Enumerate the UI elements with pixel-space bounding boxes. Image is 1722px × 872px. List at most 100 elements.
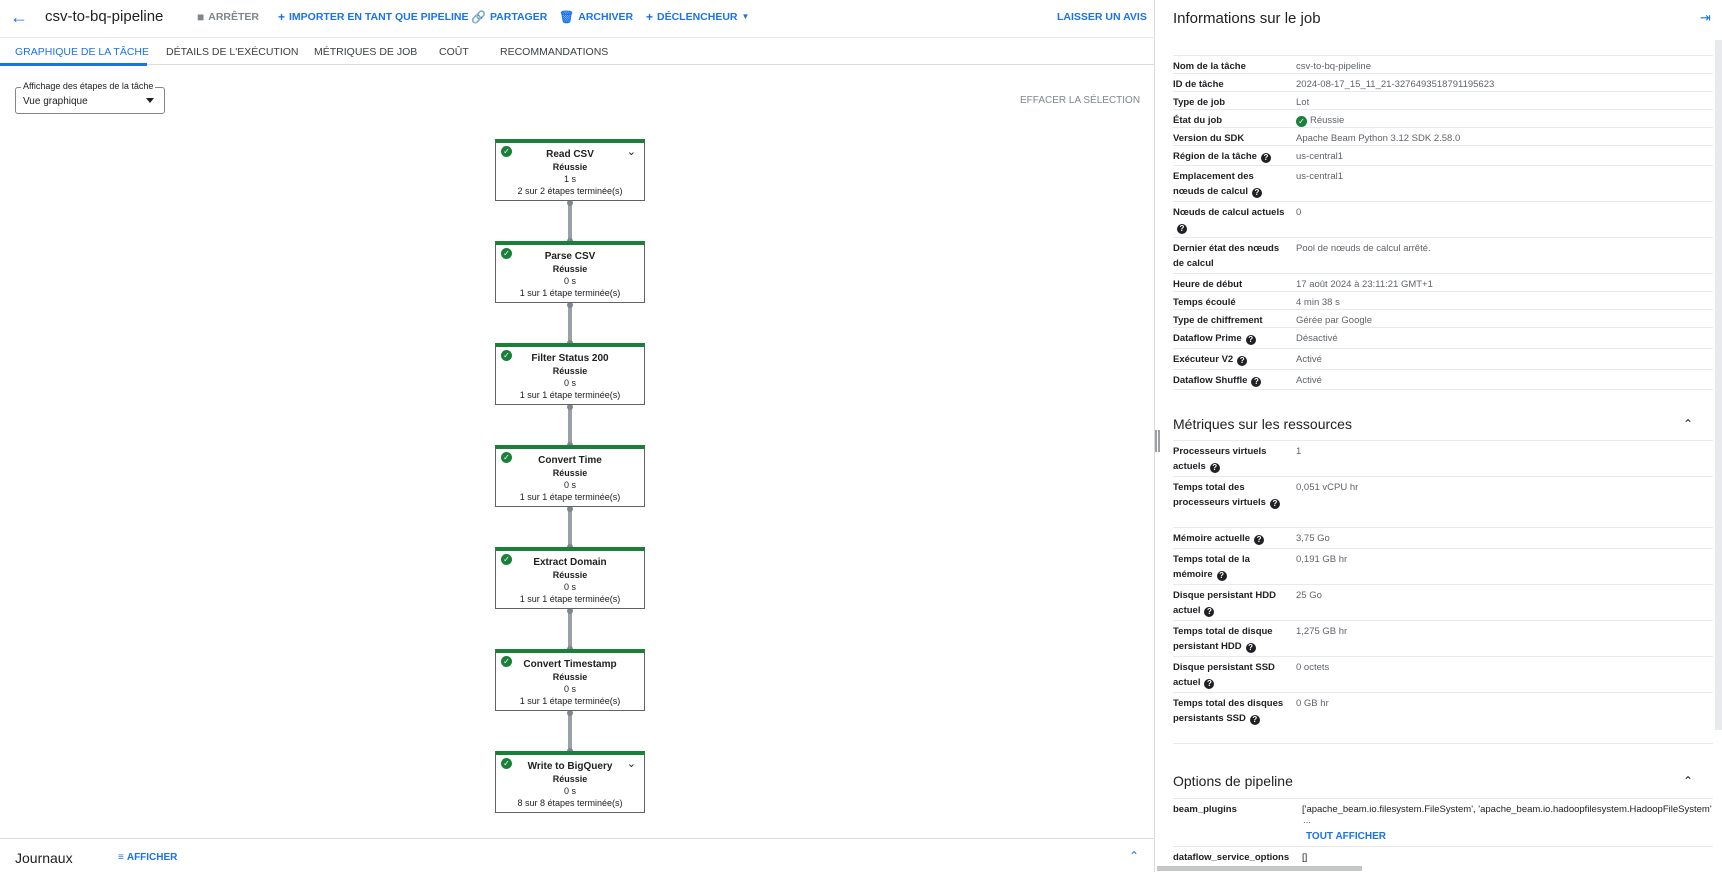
node-duration: 0 s xyxy=(563,276,576,286)
job-graph-pane: ← csv-to-bq-pipeline ■ ARRÊTER + IMPORTE… xyxy=(0,0,1155,872)
archive-button[interactable]: 🗑 ARCHIVER xyxy=(559,11,633,23)
help-icon[interactable]: ? xyxy=(1204,607,1215,617)
collapse-panel-icon[interactable]: ⇥ xyxy=(1700,10,1711,26)
node-title: Convert Timestamp xyxy=(523,659,617,670)
info-row: Dataflow Shuffle? Activé xyxy=(1173,369,1713,390)
job-status-value: Réussie xyxy=(1310,115,1345,126)
list-icon: ≡ xyxy=(118,852,124,863)
clear-selection-button[interactable]: EFFACER LA SÉLECTION xyxy=(1020,95,1140,106)
tab-job-metrics[interactable]: MÉTRIQUES DE JOB xyxy=(314,46,417,58)
show-all-button[interactable]: TOUT AFFICHER xyxy=(1306,831,1386,842)
node-title: Extract Domain xyxy=(533,557,607,568)
help-icon[interactable]: ? xyxy=(1209,463,1220,473)
help-icon[interactable]: ? xyxy=(1216,571,1227,581)
option-row: dataflow_service_options [] xyxy=(1173,846,1713,866)
trigger-button[interactable]: + DÉCLENCHEUR ▼ xyxy=(646,11,749,23)
node-duration: 0 s xyxy=(563,378,576,388)
node-steps: 1 sur 1 étape terminée(s) xyxy=(519,390,621,400)
stage-view-select-value: Vue graphique xyxy=(23,96,88,107)
help-icon[interactable]: ? xyxy=(1251,377,1262,387)
info-row: Dataflow Prime? Désactivé xyxy=(1173,327,1713,348)
help-icon[interactable]: ? xyxy=(1260,153,1271,163)
share-button[interactable]: 🔗 PARTAGER xyxy=(471,11,547,23)
graph-node-convert-time[interactable]: ✓ Convert Time Réussie 0 s 1 sur 1 étape… xyxy=(495,445,645,507)
stop-icon: ■ xyxy=(197,10,205,24)
node-duration: 0 s xyxy=(563,786,576,796)
info-row: Nom de la tâche csv-to-bq-pipeline xyxy=(1173,55,1713,73)
import-as-pipeline-button[interactable]: + IMPORTER EN TANT QUE PIPELINE xyxy=(278,11,469,23)
graph-node-parse-csv[interactable]: ✓ Parse CSV Réussie 0 s 1 sur 1 étape te… xyxy=(495,241,645,303)
job-tabs: GRAPHIQUE DE LA TÂCHE DÉTAILS DE L'EXÉCU… xyxy=(0,37,1155,66)
graph-node-extract-domain[interactable]: ✓ Extract Domain Réussie 0 s 1 sur 1 éta… xyxy=(495,547,645,609)
back-arrow-icon[interactable]: ← xyxy=(10,8,28,26)
caret-down-icon xyxy=(146,98,154,103)
graph-node-convert-timestamp[interactable]: ✓ Convert Timestamp Réussie 0 s 1 sur 1 … xyxy=(495,649,645,711)
node-title: Convert Time xyxy=(538,455,602,466)
tab-job-graph[interactable]: GRAPHIQUE DE LA TÂCHE xyxy=(15,46,149,58)
stop-button[interactable]: ■ ARRÊTER xyxy=(197,11,259,23)
node-title: Read CSV xyxy=(546,149,594,160)
node-title: Parse CSV xyxy=(544,251,596,262)
graph-edge xyxy=(567,710,573,754)
caret-down-icon: ▼ xyxy=(741,12,750,21)
graph-node-write-to-bigquery[interactable]: ✓ ⌄ Write to BigQuery Réussie 0 s 8 sur … xyxy=(495,751,645,813)
chevron-up-icon[interactable]: ⌃ xyxy=(1683,417,1693,431)
help-icon[interactable]: ? xyxy=(1249,715,1260,725)
help-icon[interactable]: ? xyxy=(1269,499,1280,509)
graph-edge xyxy=(567,608,573,652)
node-duration: 0 s xyxy=(563,582,576,592)
node-duration: 0 s xyxy=(563,480,576,490)
info-row: Région de la tâche? us-central1 xyxy=(1173,145,1713,165)
info-row: ID de tâche 2024-08-17_15_11_21-32764935… xyxy=(1173,73,1713,91)
node-status: Réussie xyxy=(552,468,588,478)
tab-execution-details[interactable]: DÉTAILS DE L'EXÉCUTION xyxy=(166,46,299,58)
info-row: Version du SDK Apache Beam Python 3.12 S… xyxy=(1173,127,1713,145)
help-icon[interactable]: ? xyxy=(1204,679,1215,689)
node-status: Réussie xyxy=(552,162,588,172)
resource-row: Disque persistant HDD actuel? 25 Go xyxy=(1173,584,1713,620)
logs-bar: Journaux ≡ AFFICHER ⌃ xyxy=(0,838,1155,872)
stage-view-select-label: Affichage des étapes de la tâche xyxy=(21,81,156,91)
node-steps: 2 sur 2 étapes terminée(s) xyxy=(517,186,623,196)
help-icon[interactable]: ? xyxy=(1251,188,1262,198)
info-row: Heure de début 17 août 2024 à 23:11:21 G… xyxy=(1173,273,1713,291)
plus-icon: + xyxy=(278,10,286,24)
graph-node-read-csv[interactable]: ✓ ⌄ Read CSV Réussie 1 s 2 sur 2 étapes … xyxy=(495,139,645,201)
node-steps: 1 sur 1 étape terminée(s) xyxy=(519,594,621,604)
help-icon[interactable]: ? xyxy=(1245,335,1256,345)
horizontal-scrollbar[interactable] xyxy=(1157,866,1362,871)
node-steps: 8 sur 8 étapes terminée(s) xyxy=(517,798,623,808)
node-duration: 1 s xyxy=(563,174,576,184)
active-tab-indicator xyxy=(0,63,147,66)
info-row: Type de job Lot xyxy=(1173,91,1713,109)
info-row: État du job ✓ Réussie xyxy=(1173,109,1713,127)
expand-up-icon[interactable]: ⌃ xyxy=(1129,849,1139,863)
panel-title: Informations sur le job xyxy=(1173,10,1321,27)
node-status: Réussie xyxy=(552,672,588,682)
help-icon[interactable]: ? xyxy=(1245,643,1256,653)
help-icon[interactable]: ? xyxy=(1237,356,1248,366)
resource-row: Mémoire actuelle? 3,75 Go xyxy=(1173,527,1713,548)
graph-edge xyxy=(567,404,573,448)
graph-edge xyxy=(567,506,573,550)
node-status: Réussie xyxy=(552,366,588,376)
chevron-up-icon[interactable]: ⌃ xyxy=(1683,774,1693,788)
graph-node-filter-status-200[interactable]: ✓ Filter Status 200 Réussie 0 s 1 sur 1 … xyxy=(495,343,645,405)
logs-show-button[interactable]: ≡ AFFICHER xyxy=(118,852,177,863)
pipeline-options-section-title: Options de pipeline xyxy=(1173,773,1293,789)
plus-icon: + xyxy=(646,10,654,24)
help-icon[interactable]: ? xyxy=(1254,535,1265,545)
resource-row: Temps total de disque persistant HDD? 1,… xyxy=(1173,620,1713,656)
tab-recommendations[interactable]: RECOMMANDATIONS xyxy=(500,46,608,58)
node-steps: 1 sur 1 étape terminée(s) xyxy=(519,492,621,502)
tab-cost[interactable]: COÛT xyxy=(439,46,469,58)
stage-view-select[interactable]: Affichage des étapes de la tâche Vue gra… xyxy=(15,81,165,114)
node-steps: 1 sur 1 étape terminée(s) xyxy=(519,696,621,706)
resource-row: Processeurs virtuels actuels? 1 xyxy=(1173,440,1713,476)
resources-section-title: Métriques sur les ressources xyxy=(1173,416,1352,432)
help-icon[interactable]: ? xyxy=(1177,224,1187,234)
node-steps: 1 sur 1 étape terminée(s) xyxy=(519,288,621,298)
feedback-button[interactable]: LAISSER UN AVIS xyxy=(1057,11,1147,23)
vertical-scrollbar[interactable] xyxy=(1715,40,1722,730)
resource-row: Temps total des disques persistants SSD?… xyxy=(1173,692,1713,744)
